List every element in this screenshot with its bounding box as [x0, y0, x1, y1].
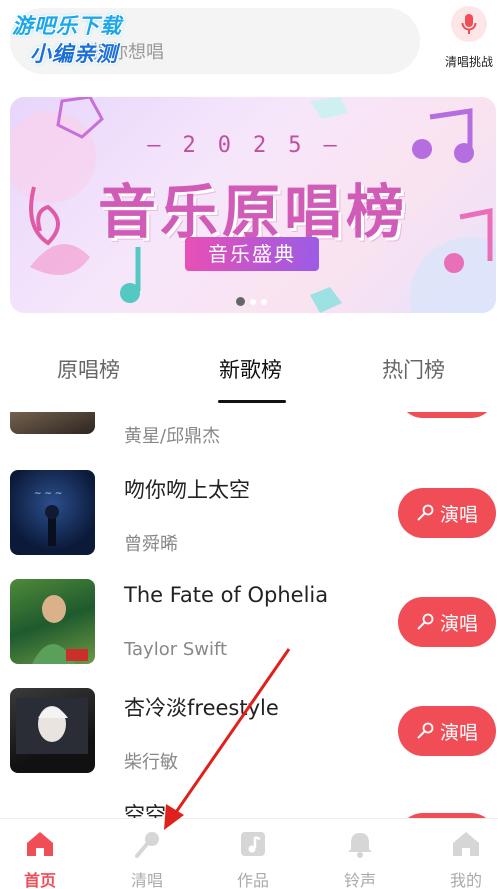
tab-new-songs[interactable]: 新歌榜	[219, 354, 282, 384]
svg-text:~ ~ ~: ~ ~ ~	[34, 489, 62, 499]
watermark-line-2: 小编亲测	[30, 42, 118, 66]
nav-label: 作品	[236, 871, 269, 889]
list-item[interactable]: ~ ~ ~ 吻你吻上太空 曾舜晞 演唱	[0, 468, 498, 576]
challenge-button[interactable]: 清唱挑战	[440, 6, 498, 70]
album-cover: ~ ~ ~	[10, 470, 95, 555]
microphone-icon	[417, 504, 434, 521]
challenge-label: 清唱挑战	[444, 55, 493, 69]
microphone-icon	[417, 722, 434, 739]
bell-icon	[343, 827, 377, 861]
sing-button[interactable]: 演唱	[398, 488, 496, 538]
list-item[interactable]: 空空	[0, 795, 498, 818]
sing-button-label: 演唱	[439, 612, 478, 635]
microphone-icon	[130, 827, 164, 861]
carousel-dot	[236, 297, 245, 306]
album-cover	[10, 579, 95, 664]
nav-home[interactable]: 首页	[10, 827, 70, 889]
album-art	[16, 698, 88, 754]
album-art	[32, 595, 88, 664]
song-artist: 柴行敏	[124, 752, 178, 773]
album-cover	[10, 412, 95, 434]
album-art: ~ ~ ~	[34, 489, 62, 546]
active-tab-indicator	[218, 400, 286, 403]
carousel-dot	[261, 298, 267, 305]
song-title: 吻你吻上太空	[124, 478, 250, 502]
nav-label: 清唱	[130, 871, 163, 889]
banner-subtitle: 音乐盛典	[185, 237, 319, 271]
sing-button-label: 演唱	[439, 721, 478, 744]
microphone-icon	[417, 613, 434, 630]
nav-label: 铃声	[343, 871, 376, 889]
song-title: 空空	[124, 803, 166, 818]
sing-button[interactable]: 演唱	[398, 706, 496, 756]
bottom-nav: 首页 清唱 作品 铃声 我的	[0, 818, 498, 889]
nav-works[interactable]: 作品	[223, 827, 283, 889]
banner-year: —2025—	[147, 133, 359, 158]
music-note-icon	[236, 827, 270, 861]
song-list[interactable]: 黄星/邱鼎杰 ~ ~ ~ 吻你吻上太空 曾舜晞 演唱 The Fate of O…	[0, 412, 498, 818]
tab-original-chart[interactable]: 原唱榜	[57, 354, 120, 384]
list-item[interactable]: 黄星/邱鼎杰	[0, 412, 498, 447]
sing-button[interactable]: 演唱	[398, 597, 496, 647]
song-title: The Fate of Ophelia	[124, 583, 329, 607]
sing-button-label: 演唱	[439, 503, 478, 526]
promo-banner[interactable]: —2025— 音乐原唱榜 音乐盛典	[10, 97, 496, 313]
nav-label: 我的	[449, 871, 482, 889]
album-cover	[10, 688, 95, 773]
sing-button[interactable]	[398, 412, 496, 418]
tab-hot-songs[interactable]: 热门榜	[382, 354, 445, 384]
carousel-dot	[250, 298, 256, 305]
list-item[interactable]: The Fate of Ophelia Taylor Swift 演唱	[0, 577, 498, 685]
song-title: 杏冷淡freestyle	[124, 696, 279, 720]
nav-label: 首页	[23, 871, 56, 889]
song-artist: 曾舜晞	[124, 534, 178, 555]
song-artist: Taylor Swift	[124, 639, 228, 660]
chart-tabs: 原唱榜 新歌榜 热门榜	[0, 340, 498, 404]
list-item[interactable]: 杏冷淡freestyle 柴行敏 演唱	[0, 686, 498, 794]
nav-acapella[interactable]: 清唱	[117, 827, 177, 889]
microphone-icon	[451, 6, 487, 42]
song-artist: 黄星/邱鼎杰	[124, 426, 221, 447]
nav-ringtones[interactable]: 铃声	[330, 827, 390, 889]
house-icon	[449, 827, 483, 861]
watermark-logo: 游吧乐下载 小编亲测	[12, 10, 132, 66]
carousel-indicator	[236, 297, 267, 306]
watermark-line-1: 游吧乐下载	[12, 14, 122, 38]
home-icon	[23, 827, 57, 861]
top-bar: 搜你想唱 游吧乐下载 小编亲测 清唱挑战	[0, 0, 498, 88]
nav-profile[interactable]: 我的	[436, 827, 496, 889]
